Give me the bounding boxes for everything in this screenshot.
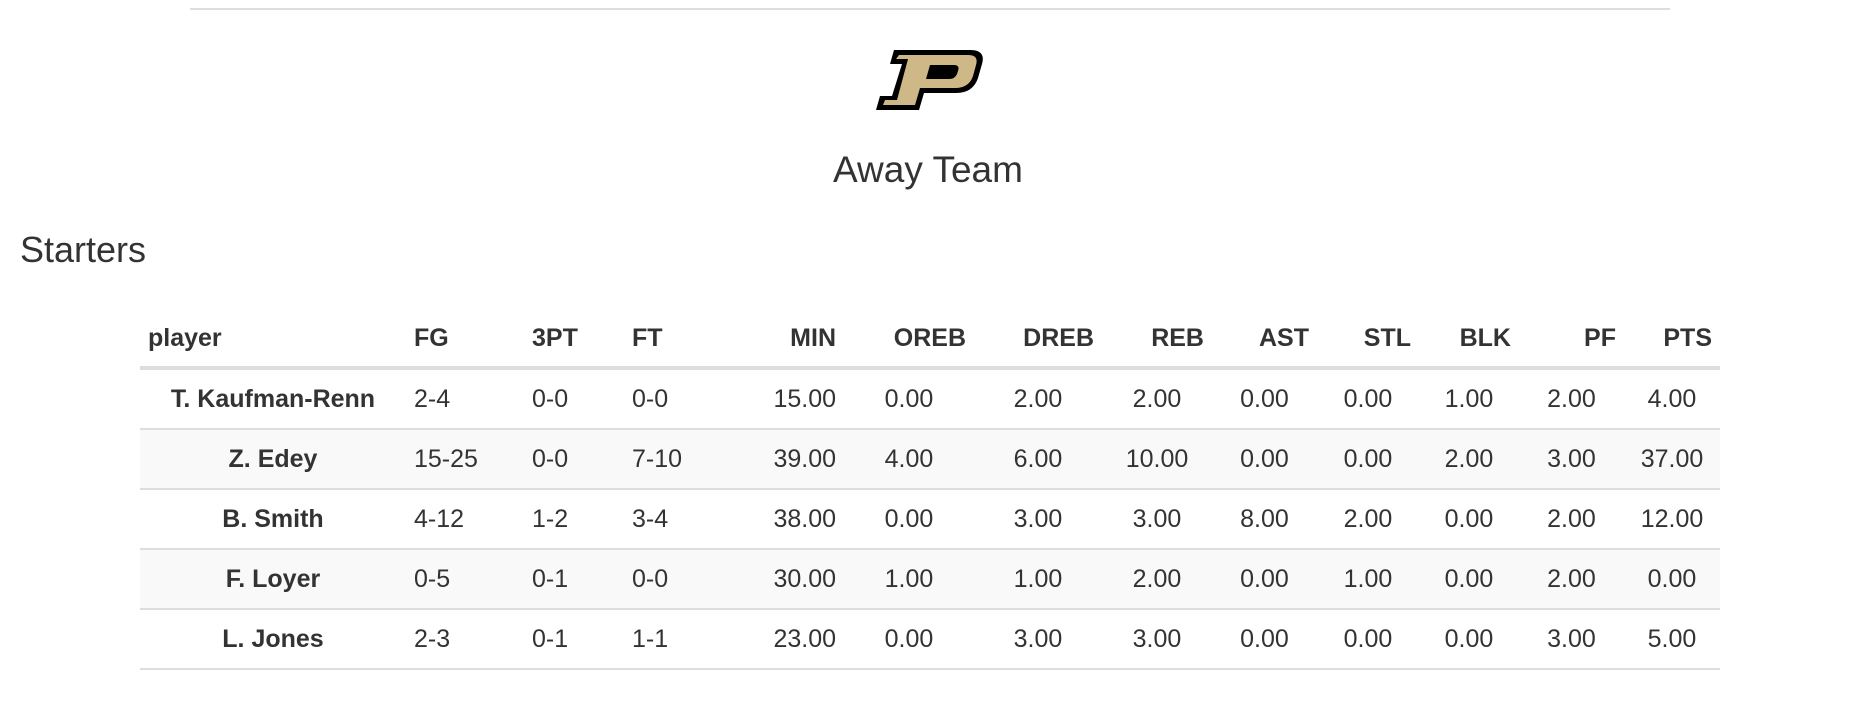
table-row: T. Kaufman-Renn 2-4 0-0 0-0 15.00 0.00 2… <box>140 367 1720 429</box>
min-cell: 30.00 <box>724 548 844 609</box>
fg-cell: 15-25 <box>406 428 524 489</box>
pts-cell: 37.00 <box>1624 428 1720 489</box>
column-header-oreb: OREB <box>844 310 974 370</box>
player-name-cell: Z. Edey <box>140 428 406 489</box>
section-title-starters: Starters <box>20 229 147 270</box>
ast-cell: 0.00 <box>1212 367 1317 429</box>
fg-cell: 2-4 <box>406 367 524 429</box>
top-divider <box>190 8 1670 10</box>
reb-cell: 3.00 <box>1102 608 1212 670</box>
blk-cell: 2.00 <box>1419 428 1519 489</box>
min-cell: 15.00 <box>724 367 844 429</box>
column-header-min: MIN <box>724 310 844 370</box>
column-header-fg: FG <box>406 310 524 370</box>
blk-cell: 0.00 <box>1419 488 1519 549</box>
stl-cell: 0.00 <box>1317 428 1419 489</box>
player-name-cell: T. Kaufman-Renn <box>140 367 406 429</box>
dreb-cell: 3.00 <box>974 488 1102 549</box>
reb-cell: 2.00 <box>1102 548 1212 609</box>
pf-cell: 2.00 <box>1519 367 1624 429</box>
team-title: Away Team <box>833 149 1023 190</box>
3pt-cell: 0-0 <box>524 367 624 429</box>
ft-cell: 3-4 <box>624 488 724 549</box>
column-header-pf: PF <box>1519 310 1624 370</box>
pf-cell: 3.00 <box>1519 428 1624 489</box>
dreb-cell: 3.00 <box>974 608 1102 670</box>
reb-cell: 10.00 <box>1102 428 1212 489</box>
pts-cell: 0.00 <box>1624 548 1720 609</box>
pf-cell: 2.00 <box>1519 488 1624 549</box>
blk-cell: 1.00 <box>1419 367 1519 429</box>
3pt-cell: 0-1 <box>524 548 624 609</box>
blk-cell: 0.00 <box>1419 548 1519 609</box>
oreb-cell: 4.00 <box>844 428 974 489</box>
blk-cell: 0.00 <box>1419 608 1519 670</box>
pf-cell: 3.00 <box>1519 608 1624 670</box>
min-cell: 39.00 <box>724 428 844 489</box>
fg-cell: 2-3 <box>406 608 524 670</box>
column-header-dreb: DREB <box>974 310 1102 370</box>
player-name-cell: F. Loyer <box>140 548 406 609</box>
column-header-3pt: 3PT <box>524 310 624 370</box>
dreb-cell: 1.00 <box>974 548 1102 609</box>
player-name-cell: B. Smith <box>140 488 406 549</box>
stl-cell: 1.00 <box>1317 548 1419 609</box>
column-header-ft: FT <box>624 310 724 370</box>
table-row: B. Smith 4-12 1-2 3-4 38.00 0.00 3.00 3.… <box>140 488 1720 549</box>
stl-cell: 2.00 <box>1317 488 1419 549</box>
table-header-row: player FG 3PT FT MIN OREB DREB REB AST S… <box>140 310 1720 370</box>
ast-cell: 8.00 <box>1212 488 1317 549</box>
stl-cell: 0.00 <box>1317 367 1419 429</box>
starters-box-score-table: player FG 3PT FT MIN OREB DREB REB AST S… <box>140 310 1720 670</box>
oreb-cell: 0.00 <box>844 488 974 549</box>
column-header-pts: PTS <box>1624 310 1720 370</box>
fg-cell: 0-5 <box>406 548 524 609</box>
ast-cell: 0.00 <box>1212 608 1317 670</box>
purdue-p-logo-icon <box>872 48 988 112</box>
column-header-reb: REB <box>1102 310 1212 370</box>
fg-cell: 4-12 <box>406 488 524 549</box>
stl-cell: 0.00 <box>1317 608 1419 670</box>
table-row: Z. Edey 15-25 0-0 7-10 39.00 4.00 6.00 1… <box>140 428 1720 489</box>
dreb-cell: 6.00 <box>974 428 1102 489</box>
column-header-blk: BLK <box>1419 310 1519 370</box>
3pt-cell: 0-0 <box>524 428 624 489</box>
table-row: F. Loyer 0-5 0-1 0-0 30.00 1.00 1.00 2.0… <box>140 548 1720 609</box>
dreb-cell: 2.00 <box>974 367 1102 429</box>
table-row: L. Jones 2-3 0-1 1-1 23.00 0.00 3.00 3.0… <box>140 608 1720 670</box>
ft-cell: 0-0 <box>624 548 724 609</box>
column-header-player: player <box>140 310 406 370</box>
pts-cell: 5.00 <box>1624 608 1720 670</box>
pf-cell: 2.00 <box>1519 548 1624 609</box>
oreb-cell: 0.00 <box>844 608 974 670</box>
pts-cell: 12.00 <box>1624 488 1720 549</box>
reb-cell: 2.00 <box>1102 367 1212 429</box>
player-name-cell: L. Jones <box>140 608 406 670</box>
oreb-cell: 1.00 <box>844 548 974 609</box>
pts-cell: 4.00 <box>1624 367 1720 429</box>
min-cell: 38.00 <box>724 488 844 549</box>
ft-cell: 7-10 <box>624 428 724 489</box>
3pt-cell: 0-1 <box>524 608 624 670</box>
ast-cell: 0.00 <box>1212 428 1317 489</box>
ft-cell: 0-0 <box>624 367 724 429</box>
column-header-ast: AST <box>1212 310 1317 370</box>
3pt-cell: 1-2 <box>524 488 624 549</box>
min-cell: 23.00 <box>724 608 844 670</box>
ft-cell: 1-1 <box>624 608 724 670</box>
oreb-cell: 0.00 <box>844 367 974 429</box>
ast-cell: 0.00 <box>1212 548 1317 609</box>
column-header-stl: STL <box>1317 310 1419 370</box>
reb-cell: 3.00 <box>1102 488 1212 549</box>
